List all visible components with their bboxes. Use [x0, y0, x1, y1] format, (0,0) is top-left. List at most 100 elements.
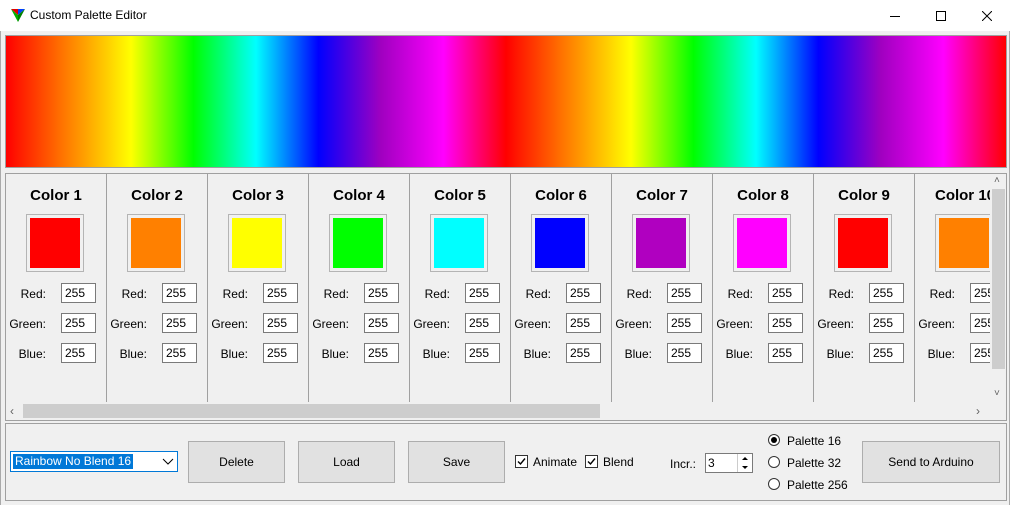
red-field[interactable]: 255 [667, 283, 702, 303]
red-label: Red: [525, 287, 551, 301]
horizontal-scrollbar[interactable]: ‹ › [6, 402, 990, 420]
red-label: Red: [20, 287, 46, 301]
stepper-buttons[interactable] [737, 454, 752, 472]
color-swatch[interactable] [430, 214, 488, 272]
green-field[interactable]: 255 [869, 313, 904, 333]
send-to-arduino-button[interactable]: Send to Arduino [862, 441, 1000, 483]
delete-button[interactable]: Delete [188, 441, 285, 483]
blue-label: Blue: [18, 347, 46, 361]
blue-label: Blue: [220, 347, 248, 361]
red-field[interactable]: 255 [566, 283, 601, 303]
blue-field[interactable]: 255 [465, 343, 500, 363]
color-column: Color 5 Red: 255 Green: 255 Blue: 255 [410, 174, 511, 402]
blend-label[interactable]: Blend [603, 455, 634, 469]
minimize-icon [890, 15, 900, 17]
load-button[interactable]: Load [298, 441, 395, 483]
blue-field[interactable]: 255 [263, 343, 298, 363]
green-label: Green: [9, 317, 46, 331]
horizontal-scroll-thumb[interactable] [23, 404, 600, 418]
color-editor-panel: Color 1 Red: 255 Green: 255 Blue: 255 Color 2 Re… [5, 173, 1007, 421]
green-label: Green: [211, 317, 248, 331]
blue-field[interactable]: 255 [566, 343, 601, 363]
green-label: Green: [312, 317, 349, 331]
blue-field[interactable]: 255 [162, 343, 197, 363]
color-title: Color 5 [434, 187, 486, 204]
vertical-scrollbar[interactable]: ˄ ˅ [990, 174, 1006, 402]
color-swatch-fill [333, 218, 383, 268]
color-title: Color 9 [838, 187, 890, 204]
palette32-radio[interactable] [768, 456, 780, 468]
color-swatch[interactable] [329, 214, 387, 272]
green-field[interactable]: 255 [364, 313, 399, 333]
green-field[interactable]: 255 [263, 313, 298, 333]
red-label: Red: [828, 287, 854, 301]
color-swatch[interactable] [632, 214, 690, 272]
blue-field[interactable]: 255 [61, 343, 96, 363]
maximize-button[interactable] [918, 0, 964, 31]
color-swatch-fill [939, 218, 989, 268]
red-field[interactable]: 255 [869, 283, 904, 303]
green-field[interactable]: 255 [162, 313, 197, 333]
blue-label: Blue: [624, 347, 652, 361]
app-icon [11, 9, 25, 22]
color-column: Color 4 Red: 255 Green: 255 Blue: 255 [309, 174, 410, 402]
palette16-radio[interactable] [768, 434, 780, 446]
scroll-left-icon[interactable]: ‹ [10, 404, 14, 418]
blend-checkbox[interactable] [585, 455, 598, 468]
blue-field[interactable]: 255 [667, 343, 702, 363]
red-field[interactable]: 255 [465, 283, 500, 303]
green-field[interactable]: 255 [768, 313, 803, 333]
green-field[interactable]: 255 [566, 313, 601, 333]
red-field[interactable]: 255 [162, 283, 197, 303]
color-column: Color 6 Red: 255 Green: 255 Blue: 255 [511, 174, 612, 402]
palette256-label[interactable]: Palette 256 [787, 478, 848, 492]
stepper-up-icon[interactable] [738, 454, 752, 463]
color-column: Color 1 Red: 255 Green: 255 Blue: 255 [6, 174, 107, 402]
color-swatch[interactable] [733, 214, 791, 272]
color-swatch[interactable] [127, 214, 185, 272]
save-button[interactable]: Save [408, 441, 505, 483]
color-swatch[interactable] [935, 214, 993, 272]
palette256-radio[interactable] [768, 478, 780, 490]
blue-label: Blue: [826, 347, 854, 361]
increment-stepper[interactable]: 3 [705, 453, 753, 473]
scroll-down-icon[interactable]: ˅ [994, 388, 1000, 399]
animate-label[interactable]: Animate [533, 455, 577, 469]
green-field[interactable]: 255 [61, 313, 96, 333]
maximize-icon [936, 10, 946, 21]
stepper-down-icon[interactable] [738, 463, 752, 472]
color-column: Color 7 Red: 255 Green: 255 Blue: 255 [612, 174, 713, 402]
blue-field[interactable]: 255 [768, 343, 803, 363]
minimize-button[interactable] [872, 0, 918, 31]
close-button[interactable] [964, 0, 1010, 31]
red-field[interactable]: 255 [263, 283, 298, 303]
color-title: Color 6 [535, 187, 587, 204]
color-swatch[interactable] [26, 214, 84, 272]
color-swatch[interactable] [228, 214, 286, 272]
color-swatch[interactable] [531, 214, 589, 272]
color-swatch-fill [232, 218, 282, 268]
palette32-label[interactable]: Palette 32 [787, 456, 841, 470]
blue-field[interactable]: 255 [869, 343, 904, 363]
palette-select-value: Rainbow No Blend 16 [13, 454, 134, 469]
blue-label: Blue: [422, 347, 450, 361]
green-field[interactable]: 255 [465, 313, 500, 333]
blue-label: Blue: [119, 347, 147, 361]
animate-checkbox[interactable] [515, 455, 528, 468]
blue-field[interactable]: 255 [364, 343, 399, 363]
color-swatch[interactable] [834, 214, 892, 272]
green-label: Green: [413, 317, 450, 331]
color-swatch-fill [838, 218, 888, 268]
red-field[interactable]: 255 [768, 283, 803, 303]
red-field[interactable]: 255 [364, 283, 399, 303]
vertical-scroll-thumb[interactable] [992, 189, 1005, 369]
palette16-label[interactable]: Palette 16 [787, 434, 841, 448]
color-column: Color 9 Red: 255 Green: 255 Blue: 255 [814, 174, 915, 402]
scroll-right-icon[interactable]: › [976, 404, 980, 418]
scroll-up-icon[interactable]: ˄ [994, 175, 1000, 186]
red-field[interactable]: 255 [61, 283, 96, 303]
green-field[interactable]: 255 [667, 313, 702, 333]
color-swatch-fill [30, 218, 80, 268]
palette-select[interactable]: Rainbow No Blend 16 [10, 451, 178, 472]
chevron-down-icon[interactable] [162, 454, 174, 468]
